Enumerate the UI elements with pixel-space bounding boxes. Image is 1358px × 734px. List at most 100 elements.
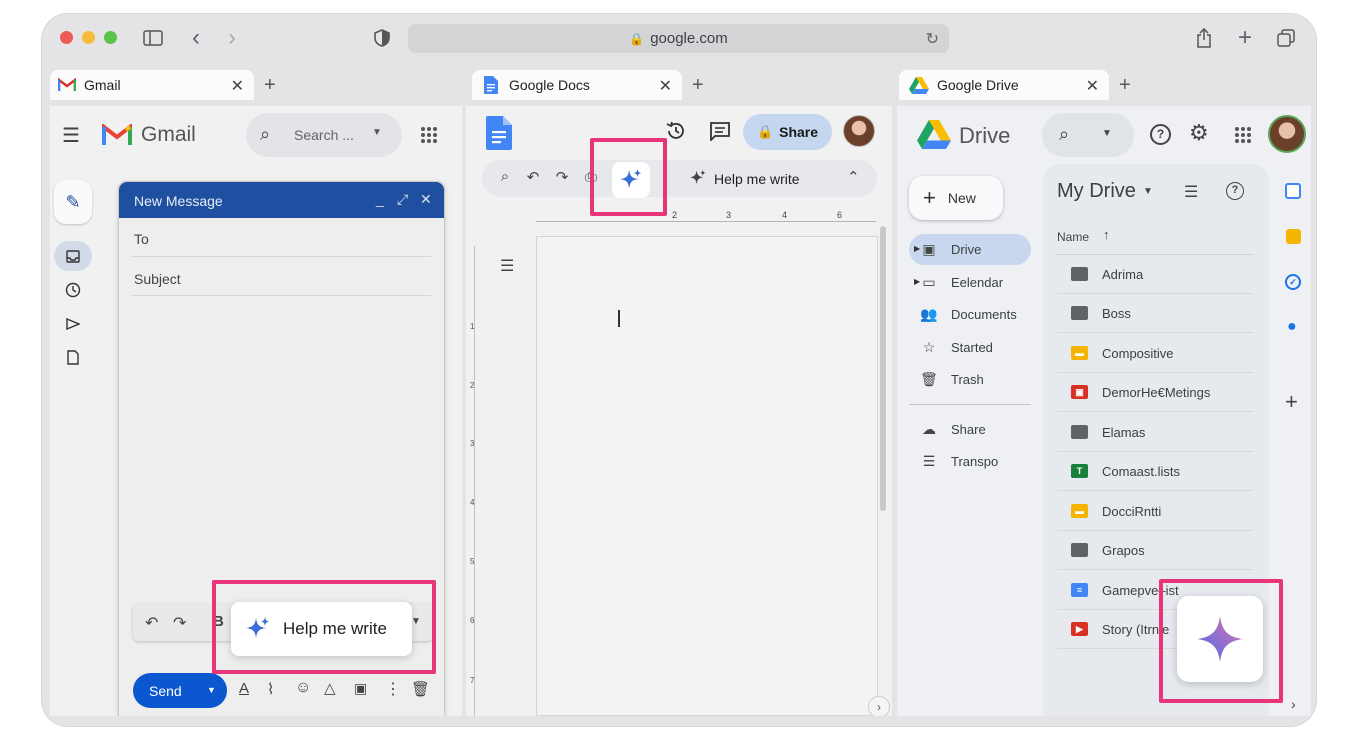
search-bar[interactable]: ⌕ ▼: [1042, 113, 1134, 157]
nav-item-drive[interactable]: ▣ Drive: [919, 241, 981, 258]
expand-side-panel-icon[interactable]: ›: [1291, 696, 1296, 712]
close-tab-icon[interactable]: ✕: [659, 76, 672, 96]
clock-icon[interactable]: [63, 280, 83, 300]
contacts-icon[interactable]: ●: [1287, 318, 1297, 336]
nav-item-share[interactable]: ☁ Share: [919, 421, 986, 438]
list-view-icon[interactable]: ☰: [1184, 182, 1198, 202]
attach-icon[interactable]: ⌇: [267, 680, 274, 698]
reload-icon[interactable]: ↻: [926, 29, 939, 49]
file-row[interactable]: ▬ Compositive: [1057, 334, 1253, 373]
send-options-icon[interactable]: ▼: [207, 685, 216, 695]
file-row[interactable]: ▬ DocciRntti: [1057, 492, 1253, 531]
keep-icon[interactable]: [1286, 229, 1301, 244]
search-menus-icon[interactable]: ⌕: [495, 168, 515, 185]
sort-arrow-icon[interactable]: ↑: [1103, 227, 1110, 242]
main-menu-icon[interactable]: ☰: [62, 123, 80, 148]
new-tab-plus-icon[interactable]: +: [1119, 74, 1131, 97]
redo-icon[interactable]: ↷: [552, 168, 572, 186]
search-options-icon[interactable]: ▼: [372, 127, 382, 138]
address-bar[interactable]: 🔒 google.com ↻: [408, 24, 949, 53]
redo-icon[interactable]: ↷: [173, 613, 186, 633]
outline-icon[interactable]: ☰: [500, 256, 514, 276]
minimize-window-button[interactable]: [82, 31, 95, 44]
file-row[interactable]: Adrima: [1057, 255, 1253, 294]
tab-overview-icon[interactable]: [1276, 28, 1296, 48]
drive-attach-icon[interactable]: △: [324, 679, 336, 697]
help-icon[interactable]: ?: [1150, 124, 1171, 145]
tab-gmail[interactable]: Gmail ✕: [50, 70, 254, 100]
add-addon-icon[interactable]: +: [1285, 389, 1298, 415]
help-me-write-label[interactable]: Help me write: [714, 171, 800, 187]
avatar[interactable]: [843, 115, 875, 147]
collapse-toolbar-icon[interactable]: ⌃: [847, 168, 860, 186]
nav-item-eelendar[interactable]: ▭ Eelendar: [919, 274, 1003, 291]
text-format-icon[interactable]: A: [239, 680, 249, 697]
folder-icon: [1071, 306, 1088, 320]
close-tab-icon[interactable]: ✕: [1086, 76, 1099, 96]
back-icon[interactable]: ‹: [186, 24, 206, 51]
tasks-icon[interactable]: ✓: [1285, 274, 1301, 290]
close-compose-icon[interactable]: ✕: [420, 191, 432, 208]
send-icon[interactable]: [63, 314, 83, 334]
avatar[interactable]: [1268, 115, 1306, 153]
lock-icon: 🔒: [629, 31, 645, 46]
scrollbar[interactable]: [880, 226, 886, 511]
new-button[interactable]: + New: [909, 176, 1003, 220]
undo-icon[interactable]: ↶: [145, 613, 158, 633]
sidebar-toggle-icon[interactable]: [142, 28, 164, 48]
new-tab-plus-icon[interactable]: +: [264, 74, 276, 97]
new-tab-icon[interactable]: +: [1235, 24, 1255, 51]
undo-icon[interactable]: ↶: [523, 168, 543, 186]
cloud-icon: ☁: [922, 421, 936, 437]
file-row[interactable]: Grapos: [1057, 531, 1253, 570]
nav-item-started[interactable]: ☆ Started: [919, 339, 993, 356]
ruler-number: 7: [470, 676, 475, 685]
new-tab-plus-icon[interactable]: +: [692, 74, 704, 97]
discard-icon[interactable]: 🗑: [411, 680, 430, 698]
close-window-button[interactable]: [60, 31, 73, 44]
gemini-button-highlight: [1159, 579, 1283, 703]
emoji-icon[interactable]: ☺: [295, 679, 311, 697]
settings-icon[interactable]: ⚙: [1189, 120, 1209, 146]
share-button[interactable]: 🔒 Share: [743, 114, 832, 150]
version-history-icon[interactable]: [665, 120, 687, 142]
help-me-write-highlight: [212, 580, 436, 674]
tab-google-docs[interactable]: Google Docs ✕: [472, 70, 682, 100]
search-options-icon[interactable]: ▼: [1102, 128, 1112, 139]
search-placeholder: Search ...: [294, 127, 354, 143]
share-icon[interactable]: [1194, 26, 1214, 50]
minimize-icon[interactable]: _: [376, 191, 384, 207]
document-page[interactable]: [536, 236, 878, 716]
zoom-window-button[interactable]: [104, 31, 117, 44]
nav-item-trash[interactable]: 🗑 Trash: [919, 371, 984, 388]
apps-grid-icon[interactable]: [1234, 126, 1252, 144]
apps-grid-icon[interactable]: [420, 126, 438, 144]
file-row[interactable]: Boss: [1057, 294, 1253, 333]
name-column-header[interactable]: Name: [1057, 230, 1089, 244]
send-button[interactable]: Send ▼: [133, 673, 227, 708]
send-label: Send: [149, 683, 182, 699]
my-drive-title[interactable]: My Drive: [1057, 180, 1136, 203]
privacy-shield-icon[interactable]: [372, 28, 392, 48]
subject-field[interactable]: Subject: [131, 257, 431, 296]
compose-button[interactable]: ✎: [54, 180, 92, 224]
file-row[interactable]: T Comaast.lists: [1057, 452, 1253, 491]
info-icon[interactable]: ?: [1226, 182, 1244, 200]
expand-icon[interactable]: ⤢: [397, 191, 408, 208]
close-tab-icon[interactable]: ✕: [231, 76, 244, 96]
file-row[interactable]: ▣ DemorHe€Metings: [1057, 373, 1253, 412]
file-row[interactable]: Elamas: [1057, 413, 1253, 452]
to-field[interactable]: To: [131, 218, 431, 257]
drafts-icon[interactable]: [63, 347, 83, 367]
expand-side-panel-icon[interactable]: ›: [868, 696, 890, 716]
photo-icon[interactable]: ▣: [354, 680, 367, 697]
nav-item-transpo[interactable]: ☰ Transpo: [919, 453, 999, 470]
search-bar[interactable]: ⌕ Search ... ▼: [246, 113, 402, 157]
comments-icon[interactable]: [710, 122, 730, 141]
tab-google-drive[interactable]: Google Drive ✕: [899, 70, 1109, 100]
nav-item-documents[interactable]: 👥 Documents: [919, 306, 1016, 323]
forward-icon[interactable]: ›: [222, 24, 242, 51]
more-options-icon[interactable]: ⋮: [385, 679, 401, 699]
calendar-icon[interactable]: [1285, 183, 1301, 199]
dropdown-icon[interactable]: ▼: [1143, 186, 1153, 197]
